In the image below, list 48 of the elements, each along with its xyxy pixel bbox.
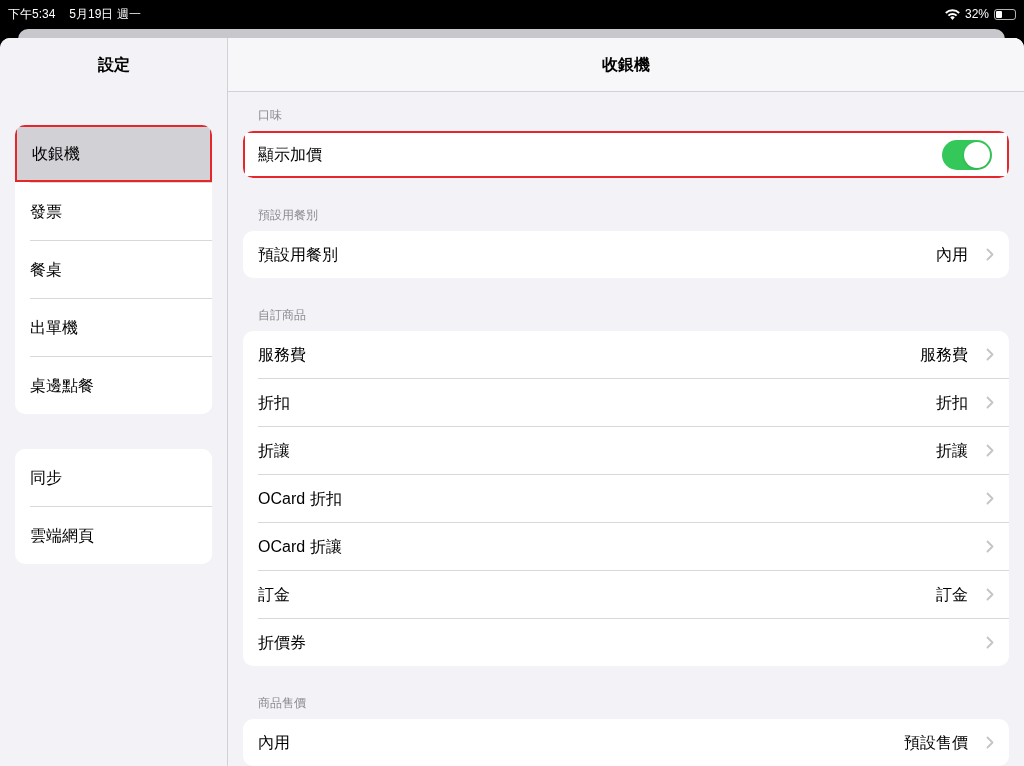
settings-row[interactable]: 預設用餐別 內用 [243, 231, 1009, 278]
row-label: 折扣 [258, 392, 290, 413]
row-value: 預設售價 [904, 732, 968, 753]
status-date: 5月19日 週一 [69, 6, 141, 23]
settings-row[interactable]: 折讓 折讓 [258, 427, 1009, 474]
chevron-icon [986, 540, 994, 553]
row-label: OCard 折扣 [258, 488, 342, 509]
toggle-switch[interactable] [942, 139, 992, 170]
chevron-icon [986, 636, 994, 649]
chevron-icon [986, 396, 994, 409]
row-value: 訂金 [936, 584, 968, 605]
row-label: 折讓 [258, 440, 290, 461]
sidebar-item[interactable]: 收銀機 [15, 125, 212, 182]
status-time: 下午5:34 [8, 6, 56, 23]
row-label: 折價券 [258, 632, 306, 653]
chevron-icon [986, 588, 994, 601]
wifi-icon [944, 8, 960, 20]
settings-row[interactable]: 訂金 訂金 [258, 571, 1009, 618]
section-header: 商品售價 [258, 695, 306, 712]
section-header: 預設用餐別 [258, 207, 318, 224]
settings-row[interactable]: 折價券 [258, 619, 1009, 666]
settings-row[interactable]: OCard 折讓 [258, 523, 1009, 570]
row-label: 服務費 [258, 344, 306, 365]
row-value: 服務費 [920, 344, 968, 365]
row-value: 折扣 [936, 392, 968, 413]
row-label: 顯示加價 [258, 144, 322, 165]
settings-row[interactable]: 內用 預設售價 [243, 719, 1009, 766]
chevron-icon [986, 444, 994, 457]
settings-row[interactable]: 折扣 折扣 [258, 379, 1009, 426]
row-value: 內用 [936, 244, 968, 265]
detail-title: 收銀機 [602, 54, 650, 75]
chevron-icon [986, 492, 994, 505]
row-label: 預設用餐別 [258, 244, 338, 265]
battery-icon [994, 8, 1016, 20]
settings-row[interactable]: 服務費 服務費 [243, 331, 1009, 378]
row-label: 訂金 [258, 584, 290, 605]
section-header: 自訂商品 [258, 307, 306, 324]
settings-row[interactable]: OCard 折扣 [258, 475, 1009, 522]
section-header: 口味 [258, 107, 282, 124]
chevron-icon [986, 248, 994, 261]
chevron-icon [986, 348, 994, 361]
row-label: 內用 [258, 732, 290, 753]
row-label: OCard 折讓 [258, 536, 342, 557]
settings-row[interactable]: 顯示加價 [243, 131, 1009, 178]
battery-percent: 32% [964, 6, 989, 23]
chevron-icon [986, 736, 994, 749]
sidebar-title: 設定 [97, 55, 130, 75]
row-value: 折讓 [936, 440, 968, 461]
